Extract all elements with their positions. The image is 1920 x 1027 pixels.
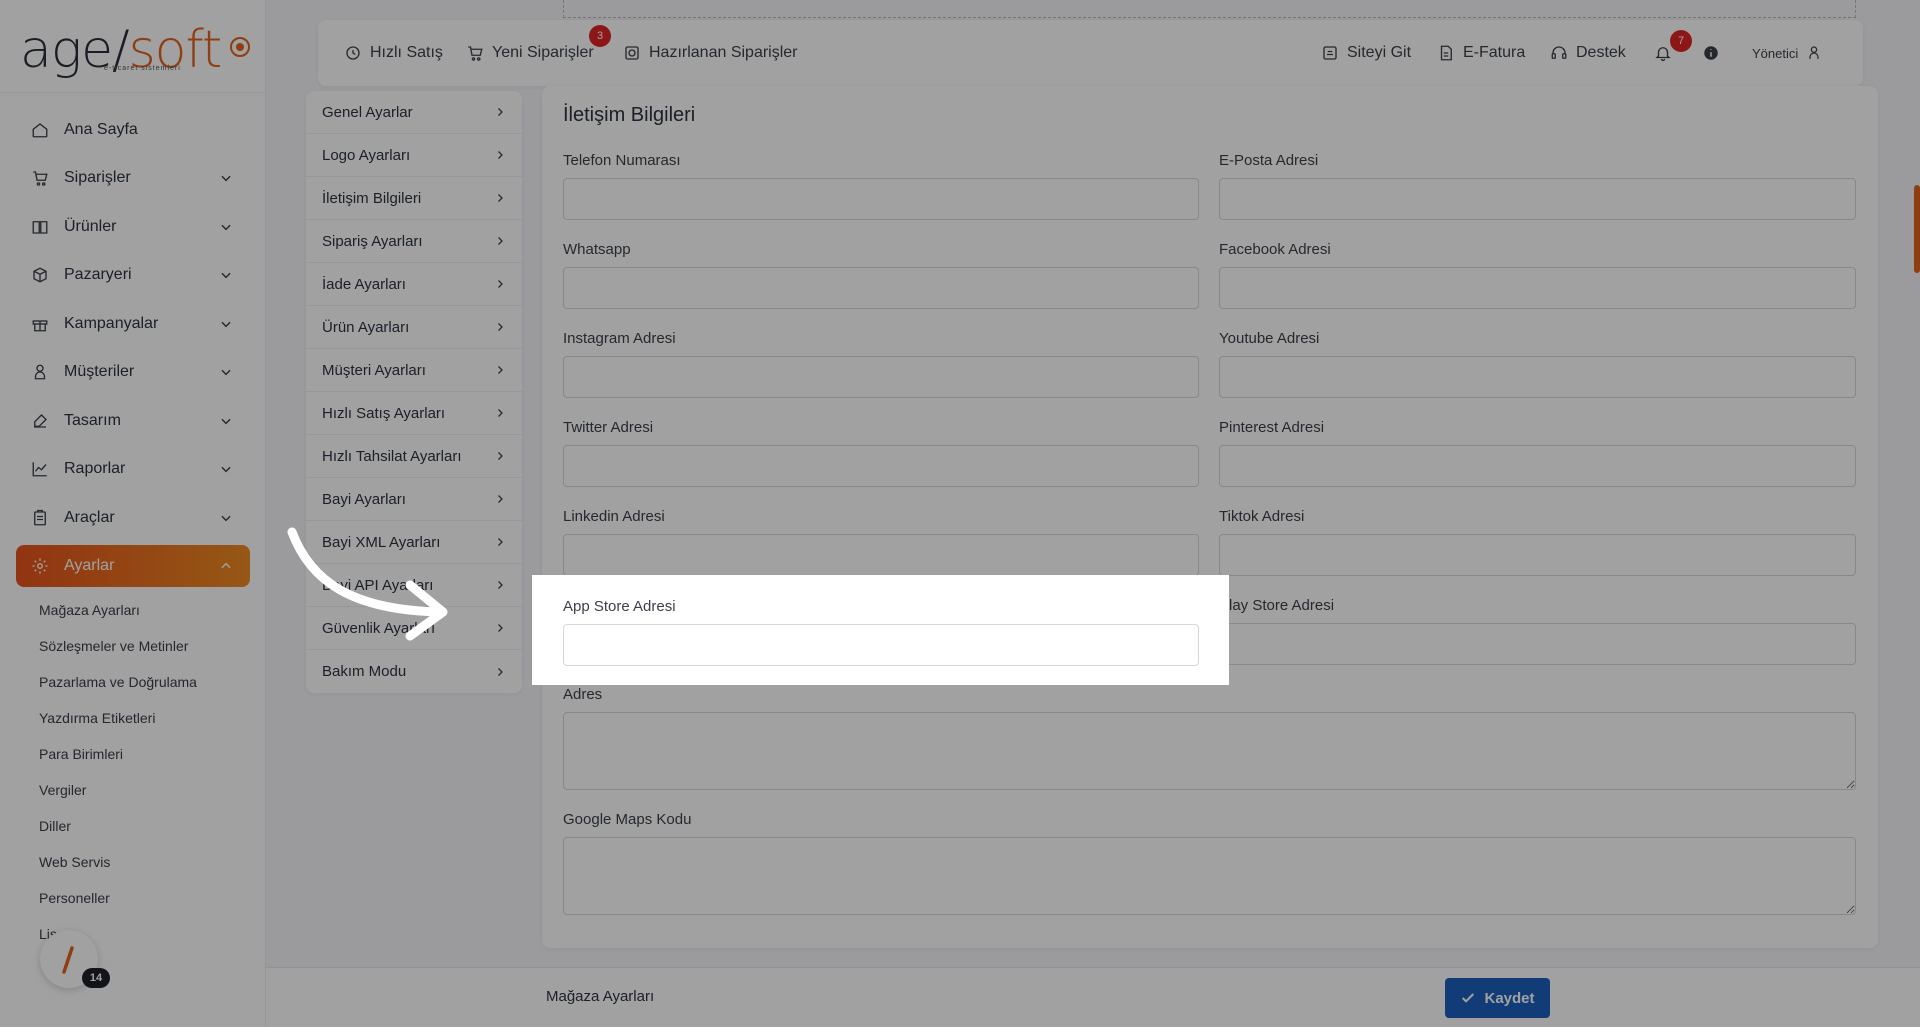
tutorial-arrow-icon	[287, 527, 448, 641]
appstore-field[interactable]	[563, 624, 1199, 666]
tutorial-overlay	[0, 685, 1920, 1027]
tutorial-overlay	[0, 0, 1920, 575]
tutorial-overlay	[1229, 575, 1920, 685]
appstore-label: App Store Adresi	[563, 598, 676, 615]
